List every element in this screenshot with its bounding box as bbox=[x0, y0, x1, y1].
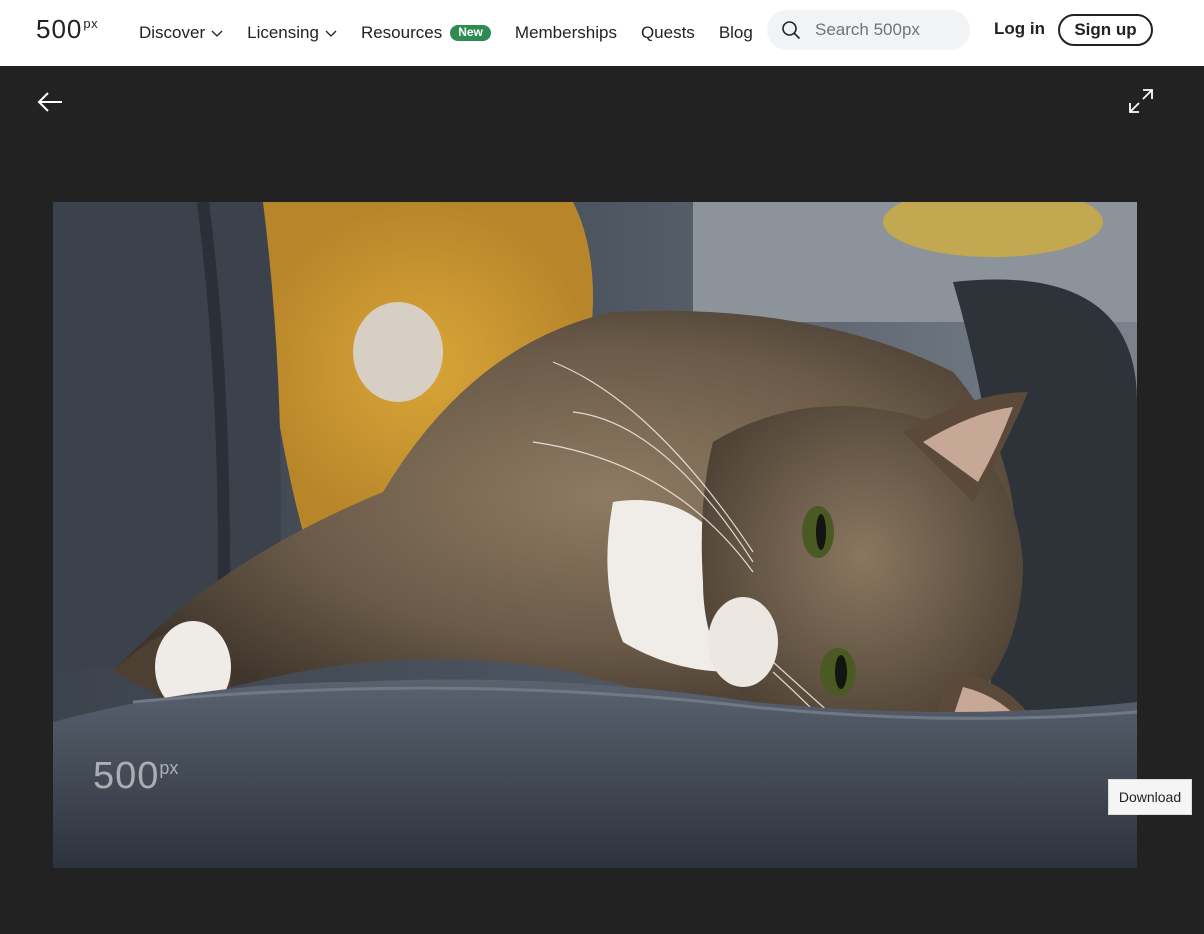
logo-main-text: 500 bbox=[36, 14, 83, 44]
500px-watermark: 500 px bbox=[93, 757, 178, 795]
search-box[interactable] bbox=[767, 10, 970, 50]
nav-resources[interactable]: Resources New bbox=[361, 23, 491, 43]
nav-resources-label: Resources bbox=[360, 23, 443, 42]
logo-sup-text: px bbox=[83, 16, 99, 31]
chevron-down-icon bbox=[325, 30, 337, 37]
nav-quests[interactable]: Quests bbox=[641, 23, 695, 43]
nav-discover-label: Discover bbox=[139, 23, 206, 42]
nav-blog-label: Blog bbox=[718, 23, 753, 42]
nav-licensing[interactable]: Licensing bbox=[247, 23, 337, 43]
search-input[interactable] bbox=[815, 20, 965, 40]
new-badge: New bbox=[450, 25, 491, 41]
expand-icon[interactable] bbox=[1128, 88, 1154, 114]
signup-button[interactable]: Sign up bbox=[1058, 14, 1153, 46]
nav-blog[interactable]: Blog bbox=[719, 23, 753, 43]
watermark-main-text: 500 bbox=[93, 755, 160, 797]
arrow-left-icon[interactable] bbox=[36, 90, 64, 114]
search-icon bbox=[782, 21, 801, 40]
download-button[interactable]: Download bbox=[1108, 779, 1192, 815]
main-nav: Discover Licensing Resources New Members… bbox=[139, 0, 777, 66]
nav-quests-label: Quests bbox=[640, 23, 695, 42]
nav-memberships[interactable]: Memberships bbox=[515, 23, 617, 43]
chevron-down-icon bbox=[211, 30, 223, 37]
cat-photo-illustration bbox=[53, 202, 1137, 868]
photo-image[interactable]: 500 px bbox=[53, 202, 1137, 868]
nav-discover[interactable]: Discover bbox=[139, 23, 223, 43]
top-navigation-bar: 500 px Discover Licensing Resources New … bbox=[0, 0, 1204, 66]
login-link[interactable]: Log in bbox=[994, 19, 1045, 39]
500px-logo[interactable]: 500 px bbox=[36, 16, 98, 42]
watermark-sup-text: px bbox=[159, 758, 179, 778]
nav-licensing-label: Licensing bbox=[247, 23, 319, 42]
nav-memberships-label: Memberships bbox=[514, 23, 617, 42]
